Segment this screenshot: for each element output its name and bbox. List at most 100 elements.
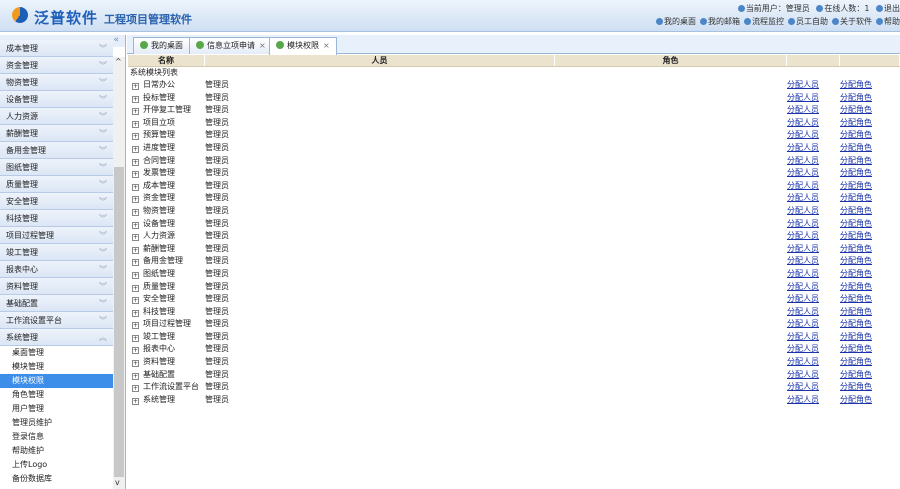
assign-user-link[interactable]: 分配人员 — [787, 307, 819, 316]
expand-icon[interactable]: + — [132, 83, 139, 90]
expand-icon[interactable]: + — [132, 284, 139, 292]
expand-icon[interactable]: + — [132, 234, 139, 242]
assign-role-link[interactable]: 分配角色 — [840, 332, 872, 341]
assign-user-link[interactable]: 分配人员 — [787, 332, 819, 341]
expand-icon[interactable]: + — [132, 183, 139, 191]
assign-role-link[interactable]: 分配角色 — [840, 382, 872, 391]
assign-role-link[interactable]: 分配角色 — [840, 105, 872, 114]
sidebar-subitem[interactable]: 备份数据库 — [0, 472, 113, 486]
assign-role-link[interactable]: 分配角色 — [840, 244, 872, 253]
assign-role-link[interactable]: 分配角色 — [840, 168, 872, 177]
assign-user-link[interactable]: 分配人员 — [787, 269, 819, 278]
tab-item[interactable]: 模块权限 × — [269, 37, 337, 55]
assign-role-link[interactable]: 分配角色 — [840, 219, 872, 228]
assign-role-link[interactable]: 分配角色 — [840, 282, 872, 291]
sidebar-scrollbar[interactable]: ^ v — [113, 57, 125, 489]
assign-user-link[interactable]: 分配人员 — [787, 156, 819, 165]
assign-user-link[interactable]: 分配人员 — [787, 143, 819, 152]
expand-icon[interactable]: + — [132, 334, 139, 342]
assign-role-link[interactable]: 分配角色 — [840, 206, 872, 215]
scrollbar-thumb[interactable] — [114, 167, 124, 477]
assign-role-link[interactable]: 分配角色 — [840, 294, 872, 303]
assign-user-link[interactable]: 分配人员 — [787, 105, 819, 114]
assign-user-link[interactable]: 分配人员 — [787, 118, 819, 127]
sidebar-subitem[interactable]: 管理员维护 — [0, 416, 113, 430]
sidebar-group[interactable]: 备用金管理 ︾ — [0, 142, 113, 159]
assign-user-link[interactable]: 分配人员 — [787, 382, 819, 391]
sidebar-subitem[interactable]: 桌面管理 — [0, 346, 113, 360]
expand-icon[interactable]: + — [132, 309, 139, 317]
sidebar-subitem[interactable]: 登录信息 — [0, 430, 113, 444]
sidebar-group[interactable]: 项目过程管理 ︾ — [0, 227, 113, 244]
top-link[interactable]: 我的桌面 — [656, 17, 696, 26]
sidebar-group[interactable]: 科技管理 ︾ — [0, 210, 113, 227]
expand-icon[interactable]: + — [132, 196, 139, 204]
expand-icon[interactable]: + — [132, 347, 139, 355]
assign-user-link[interactable]: 分配人员 — [787, 344, 819, 353]
expand-icon[interactable]: + — [132, 322, 139, 330]
assign-role-link[interactable]: 分配角色 — [840, 181, 872, 190]
sidebar-group[interactable]: 质量管理 ︾ — [0, 176, 113, 193]
sidebar-group[interactable]: 竣工管理 ︾ — [0, 244, 113, 261]
logout-link[interactable]: 退出 — [876, 4, 900, 13]
assign-user-link[interactable]: 分配人员 — [787, 231, 819, 240]
expand-icon[interactable]: + — [132, 221, 139, 229]
sidebar-group[interactable]: 人力资源 ︾ — [0, 108, 113, 125]
expand-icon[interactable]: + — [132, 246, 139, 254]
top-link[interactable]: 我的邮箱 — [700, 17, 740, 26]
assign-user-link[interactable]: 分配人员 — [787, 244, 819, 253]
close-tab-icon[interactable]: × — [259, 41, 266, 50]
assign-role-link[interactable]: 分配角色 — [840, 93, 872, 102]
expand-icon[interactable]: + — [132, 145, 139, 153]
assign-user-link[interactable]: 分配人员 — [787, 256, 819, 265]
assign-role-link[interactable]: 分配角色 — [840, 319, 872, 328]
sidebar-subitem[interactable]: 上传Logo — [0, 458, 113, 472]
sidebar-group[interactable]: 图纸管理 ︾ — [0, 159, 113, 176]
sidebar-subitem[interactable]: 帮助维护 — [0, 444, 113, 458]
assign-user-link[interactable]: 分配人员 — [787, 294, 819, 303]
assign-user-link[interactable]: 分配人员 — [787, 93, 819, 102]
assign-role-link[interactable]: 分配角色 — [840, 269, 872, 278]
assign-role-link[interactable]: 分配角色 — [840, 344, 872, 353]
top-link[interactable]: 员工自助 — [788, 17, 828, 26]
sidebar-subitem[interactable]: 模块权限 — [0, 374, 113, 388]
expand-icon[interactable]: + — [132, 158, 139, 166]
assign-role-link[interactable]: 分配角色 — [840, 370, 872, 379]
assign-role-link[interactable]: 分配角色 — [840, 307, 872, 316]
sidebar-group[interactable]: 报表中心 ︾ — [0, 261, 113, 278]
assign-role-link[interactable]: 分配角色 — [840, 80, 872, 89]
assign-role-link[interactable]: 分配角色 — [840, 118, 872, 127]
top-link[interactable]: 流程监控 — [744, 17, 784, 26]
sidebar-group[interactable]: 设备管理 ︾ — [0, 91, 113, 108]
sidebar-group[interactable]: 薪酬管理 ︾ — [0, 125, 113, 142]
assign-user-link[interactable]: 分配人员 — [787, 219, 819, 228]
assign-user-link[interactable]: 分配人员 — [787, 395, 819, 404]
sidebar-subitem[interactable]: 角色管理 — [0, 388, 113, 402]
sidebar-group[interactable]: 资金管理 ︾ — [0, 57, 113, 74]
tab-item[interactable]: 我的桌面 — [133, 37, 190, 54]
close-tab-icon[interactable]: × — [323, 41, 330, 50]
assign-user-link[interactable]: 分配人员 — [787, 370, 819, 379]
assign-user-link[interactable]: 分配人员 — [787, 357, 819, 366]
sidebar-group[interactable]: 安全管理 ︾ — [0, 193, 113, 210]
sidebar-subitem[interactable]: 模块管理 — [0, 360, 113, 374]
expand-icon[interactable]: + — [132, 271, 139, 279]
expand-icon[interactable]: + — [132, 259, 139, 267]
scroll-up-icon[interactable]: ^ — [115, 57, 122, 66]
assign-user-link[interactable]: 分配人员 — [787, 206, 819, 215]
assign-role-link[interactable]: 分配角色 — [840, 256, 872, 265]
sidebar-subitem[interactable]: 用户管理 — [0, 402, 113, 416]
sidebar-group[interactable]: 物资管理 ︾ — [0, 74, 113, 91]
assign-role-link[interactable]: 分配角色 — [840, 156, 872, 165]
assign-role-link[interactable]: 分配角色 — [840, 193, 872, 202]
assign-user-link[interactable]: 分配人员 — [787, 181, 819, 190]
sidebar-group[interactable]: 基础配置 ︾ — [0, 295, 113, 312]
expand-icon[interactable]: + — [132, 297, 139, 305]
expand-icon[interactable]: + — [132, 95, 139, 103]
sidebar-group[interactable]: 成本管理 ︾ — [0, 40, 113, 57]
assign-user-link[interactable]: 分配人员 — [787, 319, 819, 328]
assign-role-link[interactable]: 分配角色 — [840, 357, 872, 366]
top-link[interactable]: 关于软件 — [832, 17, 872, 26]
expand-icon[interactable]: + — [132, 120, 139, 128]
expand-icon[interactable]: + — [132, 372, 139, 380]
